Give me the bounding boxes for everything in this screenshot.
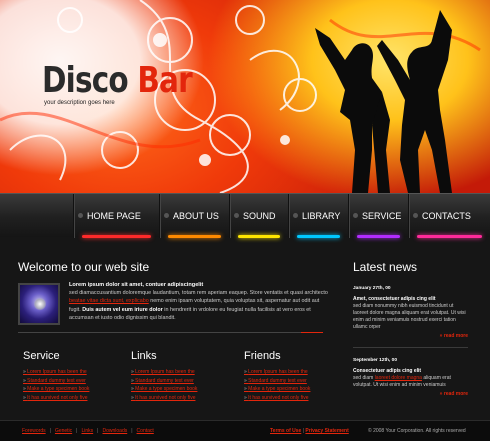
nav-bullet-icon	[234, 213, 239, 218]
nav-bullet-icon	[413, 213, 418, 218]
column-link[interactable]: Make a type specimen book	[23, 385, 89, 394]
nav-item-home-page[interactable]: HOME PAGE	[73, 194, 159, 238]
column-link[interactable]: It has survived not only five	[131, 394, 197, 403]
nav-glow	[82, 235, 151, 238]
nav-glow	[417, 235, 482, 238]
column-links: Links Lorem Ipsum has been theStandard du…	[131, 350, 197, 402]
disco-ball-image	[18, 283, 60, 325]
news-item: January 27th, 00 Amet, consectetuer adipi…	[353, 286, 468, 339]
site-tagline: your description goes here	[44, 100, 115, 106]
nav-item-library[interactable]: LIBRARY	[288, 194, 348, 238]
column-friends: Friends Lorem Ipsum has been theStandard …	[244, 350, 310, 402]
column-title: Friends	[244, 350, 281, 362]
column-title: Service	[23, 350, 60, 362]
footer-separator: |	[76, 428, 78, 434]
privacy-link[interactable]: Privacy Statement	[305, 428, 348, 434]
footer-separator: |	[131, 428, 133, 434]
footer-link-forewords[interactable]: Forewords	[22, 428, 46, 434]
column-link[interactable]: Make a type specimen book	[131, 385, 197, 394]
footer-links: Forewords | Genetic | Links | Downloads | Contac…	[22, 428, 154, 434]
column-link[interactable]: It has survived not only five	[23, 394, 89, 403]
news-inline-link[interactable]: laoreet dolore magna	[375, 375, 422, 381]
nav-glow	[357, 235, 400, 238]
footer-separator: |	[97, 428, 99, 434]
nav-label: HOME PAGE	[87, 211, 141, 221]
news-item: September 12th, 00 Consectetuer adipis ci…	[353, 358, 468, 397]
footer-link-links[interactable]: Links	[81, 428, 93, 434]
column-title: Links	[131, 350, 157, 362]
nav-label: SOUND	[243, 211, 276, 221]
news-headline: Consectetuer adipis cing elit	[353, 368, 422, 374]
nav-label: CONTACTS	[422, 211, 471, 221]
footer: Forewords | Genetic | Links | Downloads | Contac…	[0, 420, 490, 441]
read-more-link[interactable]: » read more	[353, 333, 468, 339]
copyright: © 2008 Your Corporation. All rights rese…	[368, 428, 466, 434]
nav-bullet-icon	[293, 213, 298, 218]
column-link[interactable]: Standard dummy text ever	[131, 377, 197, 386]
column-link[interactable]: Standard dummy text ever	[244, 377, 310, 386]
welcome-inline-link[interactable]: beatae vitae dicta sunt, explicabo	[69, 298, 149, 304]
nav-bullet-icon	[353, 213, 358, 218]
news-section: Latest news January 27th, 00 Amet, consec…	[353, 260, 468, 409]
welcome-text: Lorem ipsum dolor sit amet, contuer adip…	[69, 282, 328, 321]
news-headline: Amet, consectetuer adipis cing elit	[353, 296, 436, 302]
read-more-link[interactable]: » read more	[353, 391, 468, 397]
main-navigation: HOME PAGE ABOUT US SOUND LIBRARY SERVICE CONT…	[0, 193, 490, 238]
nav-item-about-us[interactable]: ABOUT US	[159, 194, 229, 238]
header-banner: Disco Bar your description goes here	[0, 0, 490, 193]
nav-glow	[168, 235, 221, 238]
news-date: January 27th, 00	[353, 286, 391, 291]
nav-glow	[297, 235, 340, 238]
welcome-lead: Lorem ipsum dolor sit amet, contuer adip…	[69, 282, 204, 288]
column-link[interactable]: Make a type specimen book	[244, 385, 310, 394]
welcome-title: Welcome to our web site	[18, 260, 150, 274]
footer-link-genetic[interactable]: Genetic	[55, 428, 72, 434]
nav-label: ABOUT US	[173, 211, 219, 221]
nav-bullet-icon	[164, 213, 169, 218]
terms-link[interactable]: Terms of Use	[270, 428, 301, 434]
nav-item-contacts[interactable]: CONTACTS	[408, 194, 490, 238]
column-link[interactable]: Lorem Ipsum has been the	[244, 368, 310, 377]
nav-bullet-icon	[78, 213, 83, 218]
news-title: Latest news	[353, 260, 418, 274]
footer-link-contact[interactable]: Contact	[137, 428, 154, 434]
footer-legal: Terms of Use | Privacy Statement	[270, 428, 349, 434]
nav-item-service[interactable]: SERVICE	[348, 194, 408, 238]
nav-glow	[238, 235, 280, 238]
site-logo[interactable]: Disco Bar	[42, 60, 193, 101]
section-divider	[18, 332, 323, 333]
news-separator	[353, 347, 468, 348]
footer-link-downloads[interactable]: Downloads	[102, 428, 127, 434]
news-date: September 12th, 00	[353, 358, 397, 363]
nav-label: LIBRARY	[302, 211, 341, 221]
welcome-section: Welcome to our web site Lorem ipsum dolo…	[18, 260, 328, 333]
column-link[interactable]: Lorem Ipsum has been the	[23, 368, 89, 377]
column-link[interactable]: Standard dummy text ever	[23, 377, 89, 386]
column-service: Service Lorem Ipsum has been theStandard …	[23, 350, 89, 402]
column-link[interactable]: It has survived not only five	[244, 394, 310, 403]
link-columns: ServiceLorem Ipsum has been theStandard …	[23, 350, 333, 410]
column-link[interactable]: Lorem Ipsum has been the	[131, 368, 197, 377]
nav-item-sound[interactable]: SOUND	[229, 194, 288, 238]
footer-separator: |	[49, 428, 51, 434]
nav-label: SERVICE	[362, 211, 402, 221]
